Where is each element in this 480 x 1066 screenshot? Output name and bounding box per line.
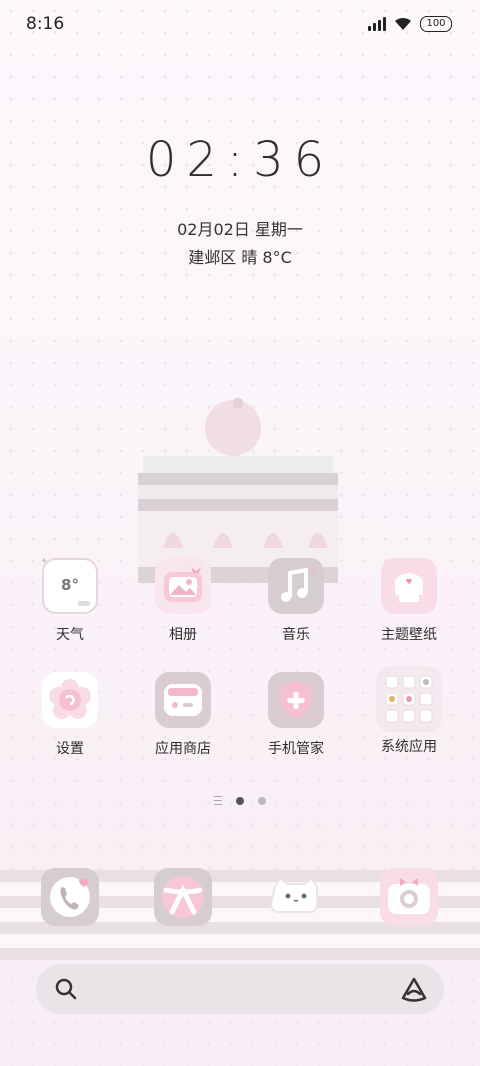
status-bar: 8:16 100 bbox=[0, 0, 480, 52]
gear-flower-icon bbox=[42, 672, 98, 728]
app-label-system-apps: 系统应用 bbox=[381, 739, 437, 755]
app-label-settings: 设置 bbox=[56, 741, 84, 757]
phone-icon bbox=[50, 877, 90, 917]
search-bar[interactable] bbox=[36, 964, 444, 1014]
app-label-themes: 主题壁纸 bbox=[381, 627, 437, 643]
battery-icon: 100 bbox=[420, 16, 452, 32]
app-weather[interactable]: 8° ✦ 天气 bbox=[20, 556, 120, 644]
folder-grid-icon bbox=[376, 666, 442, 732]
page-dot-1[interactable] bbox=[236, 796, 244, 805]
page-dot-2[interactable] bbox=[258, 796, 266, 805]
assistant-icon[interactable] bbox=[400, 976, 428, 1002]
list-view-icon[interactable] bbox=[214, 796, 222, 805]
app-music[interactable]: 音乐 bbox=[246, 558, 346, 644]
shield-icon bbox=[268, 672, 324, 728]
dock-messages[interactable] bbox=[267, 868, 325, 926]
clock-date[interactable]: 02月02日 星期一 bbox=[0, 216, 480, 240]
app-label-gallery: 相册 bbox=[169, 627, 197, 643]
store-bag-icon bbox=[155, 672, 211, 728]
signal-icon bbox=[368, 17, 386, 31]
app-label-store: 应用商店 bbox=[155, 741, 211, 757]
page-indicator[interactable] bbox=[0, 796, 480, 805]
status-time: 8:16 bbox=[26, 14, 65, 34]
photo-icon bbox=[155, 558, 211, 614]
dock-browser[interactable] bbox=[154, 868, 212, 926]
app-store[interactable]: 应用商店 bbox=[133, 672, 233, 758]
app-themes[interactable]: 主题壁纸 bbox=[359, 558, 459, 644]
camera-icon bbox=[388, 878, 430, 914]
theme-shirt-icon bbox=[381, 558, 437, 614]
app-label-phone-manager: 手机管家 bbox=[268, 741, 324, 757]
app-label-weather: 天气 bbox=[56, 627, 84, 643]
app-settings[interactable]: 设置 bbox=[20, 672, 120, 758]
app-label-music: 音乐 bbox=[282, 627, 310, 643]
weather-widget-icon: 8° ✦ bbox=[40, 556, 98, 614]
music-note-icon bbox=[268, 558, 324, 614]
weather-temp: 8° bbox=[61, 576, 79, 594]
app-phone-manager[interactable]: 手机管家 bbox=[246, 672, 346, 758]
browser-icon bbox=[162, 876, 204, 918]
clock-weather[interactable]: 建邺区 晴 8°C bbox=[0, 244, 480, 268]
dock-camera[interactable] bbox=[380, 868, 438, 926]
message-cat-icon bbox=[269, 876, 318, 913]
wifi-icon bbox=[395, 17, 411, 30]
app-system-apps[interactable]: 系统应用 bbox=[359, 666, 459, 756]
dock-phone[interactable] bbox=[41, 868, 99, 926]
clock-time[interactable]: 02:36 bbox=[0, 132, 480, 188]
search-icon[interactable] bbox=[54, 977, 78, 1001]
status-icons: 100 bbox=[368, 16, 452, 32]
app-gallery[interactable]: 相册 bbox=[133, 558, 233, 644]
